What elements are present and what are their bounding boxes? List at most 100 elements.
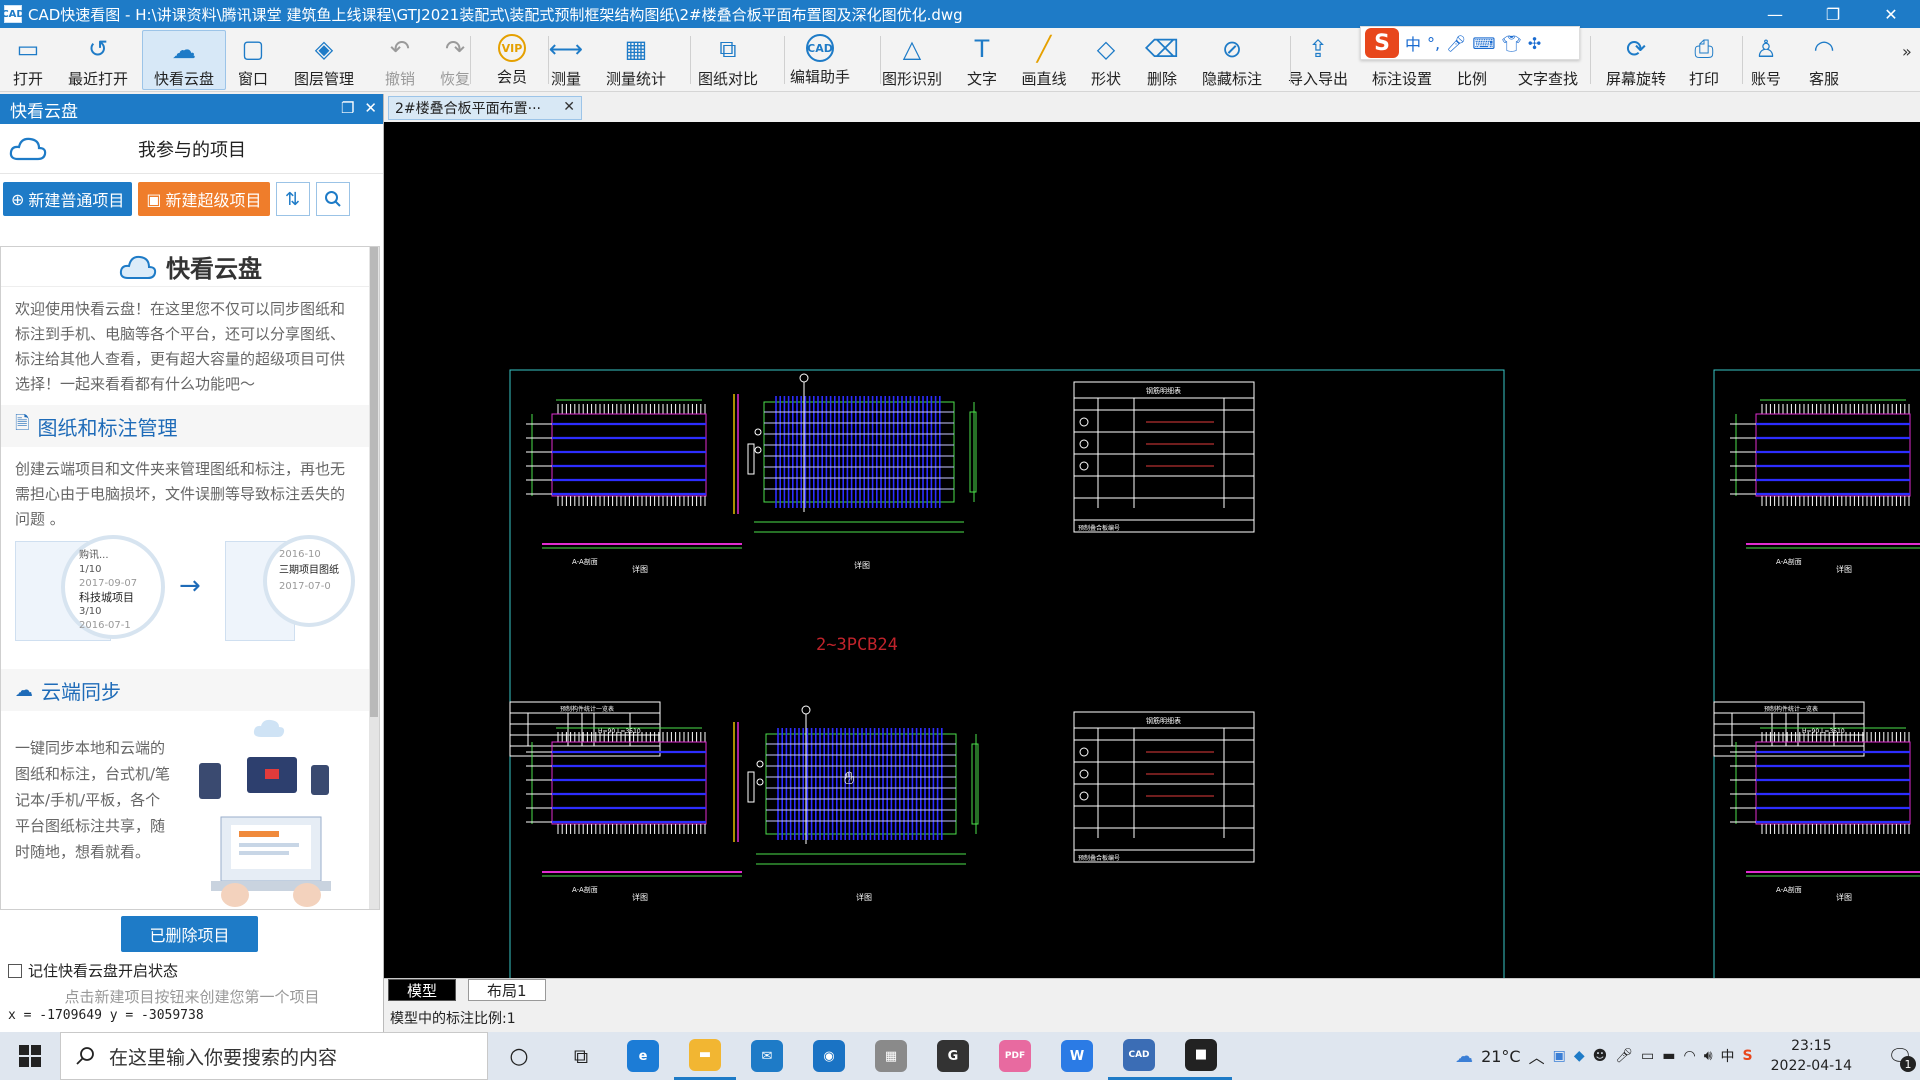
chevron-up-icon[interactable]: ︿ [1529, 1044, 1545, 1068]
vip-icon: VIP [498, 34, 526, 62]
toolbar-account-button[interactable]: ♙ 账号 [1742, 30, 1790, 90]
toolbar-recent-button[interactable]: ↺ 最近打开 [63, 30, 133, 90]
notification-button[interactable]: 🗨︎ 1 [1880, 1036, 1920, 1076]
taskbar-app-button[interactable]: ✉ [736, 1032, 798, 1080]
tab-close-icon[interactable]: ✕ [563, 99, 575, 115]
cloud-panel: 快看云盘 ❐ ✕ 我参与的项目 ⊕ 新建普通项目 ▣ 新建超级项目 ⇅ 快看云盘 [0, 94, 384, 1034]
weather-temp[interactable]: 21°C [1481, 1047, 1521, 1066]
toolbar-rotate-button[interactable]: ⟳ 屏幕旋转 [1600, 30, 1672, 90]
float-icon[interactable]: ❐ [341, 99, 354, 117]
ime-mode[interactable]: 中 [1405, 31, 1421, 55]
skin-icon[interactable]: 👕︎ [1502, 34, 1522, 53]
taskbar-app-button[interactable]: G [922, 1032, 984, 1080]
toolbar-undo-button[interactable]: ↶ 撤销 [375, 30, 425, 90]
toolbar-vip-button[interactable]: VIP 会员 [488, 30, 536, 90]
document-tab[interactable]: 2#楼叠合板平面布置··· ✕ [388, 96, 582, 120]
camera-app-icon: ■ [1185, 1038, 1217, 1071]
start-button[interactable] [0, 1032, 60, 1080]
scrollbar-thumb[interactable] [370, 247, 378, 717]
volume-icon[interactable]: 🔊︎ [1704, 1048, 1713, 1064]
dropbox-icon[interactable]: ◆ [1574, 1048, 1585, 1064]
section-title: A-A剖面 [572, 557, 598, 566]
cad-drawing[interactable]: A-A剖面详图 详图钢筋明细表预制叠合板编号预制构件统计一览表H=90 L=351… [384, 122, 1920, 978]
new-normal-project-button[interactable]: ⊕ 新建普通项目 [3, 182, 133, 216]
taskbar-app-button[interactable]: ▬ [674, 1032, 736, 1080]
toolbar-label: 比例 [1456, 70, 1487, 88]
app-tray-icon[interactable]: ▣ [1553, 1048, 1566, 1064]
remember-state-checkbox[interactable]: 记住快看云盘开启状态 [8, 960, 178, 981]
dim-box [969, 411, 977, 493]
toolbar-layers-button[interactable]: ◈ 图层管理 [289, 30, 359, 90]
restore-button[interactable]: ❐ [1804, 0, 1862, 28]
close-button[interactable]: ✕ [1862, 0, 1920, 28]
toolbar-shape-button[interactable]: ◇ 形状 [1081, 30, 1131, 90]
slab-outline [551, 741, 707, 825]
ime-tray[interactable]: 中 [1721, 1046, 1735, 1066]
stats-icon: ▦ [624, 35, 648, 63]
toolbar-hide-annot-button[interactable]: ⊘ 隐藏标注 [1196, 30, 1268, 90]
tab-layout1[interactable]: 布局1 [468, 979, 546, 1001]
deleted-projects-button[interactable]: 已删除项目 [121, 916, 258, 952]
create-project-hint: 点击新建项目按钮来创建您第一个项目 [64, 988, 320, 1006]
keyboard-icon[interactable]: ⌨︎ [1472, 34, 1495, 53]
toolbar-import-export-button[interactable]: ⇪ 导入导出 [1282, 30, 1354, 90]
task-view-button[interactable]: ⧉ [550, 1032, 612, 1080]
ime-toolbar[interactable]: S 中 °, 🎤︎ ⌨︎ 👕︎ ✣ [1360, 26, 1580, 60]
clock[interactable]: 23:15 2022-04-14 [1771, 1036, 1852, 1076]
toolbar-text-button[interactable]: T 文字 [957, 30, 1007, 90]
taskbar-app-button[interactable]: e [612, 1032, 674, 1080]
weather-icon[interactable]: ☁︎ [1455, 1046, 1473, 1067]
toolbar-print-button[interactable]: ⎙ 打印 [1680, 30, 1728, 90]
checkbox[interactable] [8, 963, 22, 978]
cloud-intro-scroll[interactable]: 快看云盘 欢迎使用快看云盘！在这里您不仅可以同步图纸和标注到手机、电脑等各个平台… [0, 246, 380, 910]
toolbar-edit-helper-button[interactable]: CAD 编辑助手 [784, 30, 856, 90]
toolbar-label: 图层管理 [293, 70, 354, 88]
taskbar-app-button[interactable]: PDF [984, 1032, 1046, 1080]
model-scale-status: 模型中的标注比例:1 [390, 1011, 516, 1027]
shape-icon: ◇ [1096, 35, 1116, 63]
tab-model[interactable]: 模型 [388, 979, 457, 1001]
slab-outline [551, 413, 707, 497]
taskbar-app-button[interactable]: W [1046, 1032, 1108, 1080]
toolbar-open-button[interactable]: ▭ 打开 [5, 30, 51, 90]
ime-punct[interactable]: °, [1427, 34, 1440, 53]
label-box [747, 443, 755, 475]
scrollbar[interactable] [369, 247, 379, 909]
toolbar-label: 测量 [550, 70, 581, 88]
sogou-tray-icon[interactable]: S [1743, 1048, 1753, 1064]
toolbar-line-button[interactable]: ╱ 画直线 [1013, 30, 1075, 90]
toolbar-label: 隐藏标注 [1201, 70, 1262, 88]
battery-icon[interactable]: ▬ [1662, 1048, 1675, 1064]
wifi-icon[interactable]: ◠ [1683, 1048, 1695, 1064]
toolbar-more-button[interactable]: » [1902, 42, 1912, 61]
toolbar-label: 撤销 [384, 70, 415, 88]
cortana-button[interactable]: ○ [488, 1032, 550, 1080]
qq-icon[interactable]: ☻ [1593, 1048, 1608, 1064]
toolbar-compare-button[interactable]: ⧉ 图纸对比 [692, 30, 764, 90]
toolbar-cloud-button[interactable]: ☁ 快看云盘 [142, 30, 226, 90]
toolbar-redo-button[interactable]: ↷ 恢复 [430, 30, 480, 90]
taskbar-app-button[interactable]: ◉ [798, 1032, 860, 1080]
toolbar-delete-button[interactable]: ⌫ 删除 [1137, 30, 1187, 90]
taskbar-app-button[interactable]: ■ [1170, 1032, 1232, 1080]
apps-icon[interactable]: ✣ [1528, 34, 1541, 53]
toolbar-service-button[interactable]: ◠ 客服 [1800, 30, 1848, 90]
display-icon[interactable]: ▭ [1641, 1048, 1654, 1064]
panel-close-icon[interactable]: ✕ [364, 99, 377, 117]
sheet-frame [509, 369, 1505, 978]
mic-tray-icon[interactable]: 🎤︎ [1615, 1048, 1633, 1064]
mic-icon[interactable]: 🎤︎ [1446, 34, 1466, 53]
toolbar-shape-recognize-button[interactable]: △ 图形识别 [876, 30, 948, 90]
sync-button[interactable]: ⇅ [275, 182, 310, 216]
cad-canvas[interactable]: A-A剖面 详图 详图 钢筋明细表 预制叠合板编号 预制构件统计一览表 H=90 L=351… [384, 122, 1920, 978]
taskbar-app-button[interactable]: CAD [1108, 1032, 1170, 1080]
taskbar-app-button[interactable]: ▦ [860, 1032, 922, 1080]
project-actions: ⊕ 新建普通项目 ▣ 新建超级项目 ⇅ [0, 174, 383, 224]
toolbar-measure-stats-button[interactable]: ▦ 测量统计 [600, 30, 672, 90]
taskbar-search[interactable]: 在这里输入你要搜索的内容 [60, 1032, 488, 1080]
new-super-project-button[interactable]: ▣ 新建超级项目 [138, 182, 270, 216]
minimize-button[interactable]: — [1746, 0, 1804, 28]
toolbar-window-button[interactable]: ▢ 窗口 [228, 30, 278, 90]
sheet-frame-right [1713, 369, 1920, 978]
search-button[interactable] [315, 182, 350, 216]
